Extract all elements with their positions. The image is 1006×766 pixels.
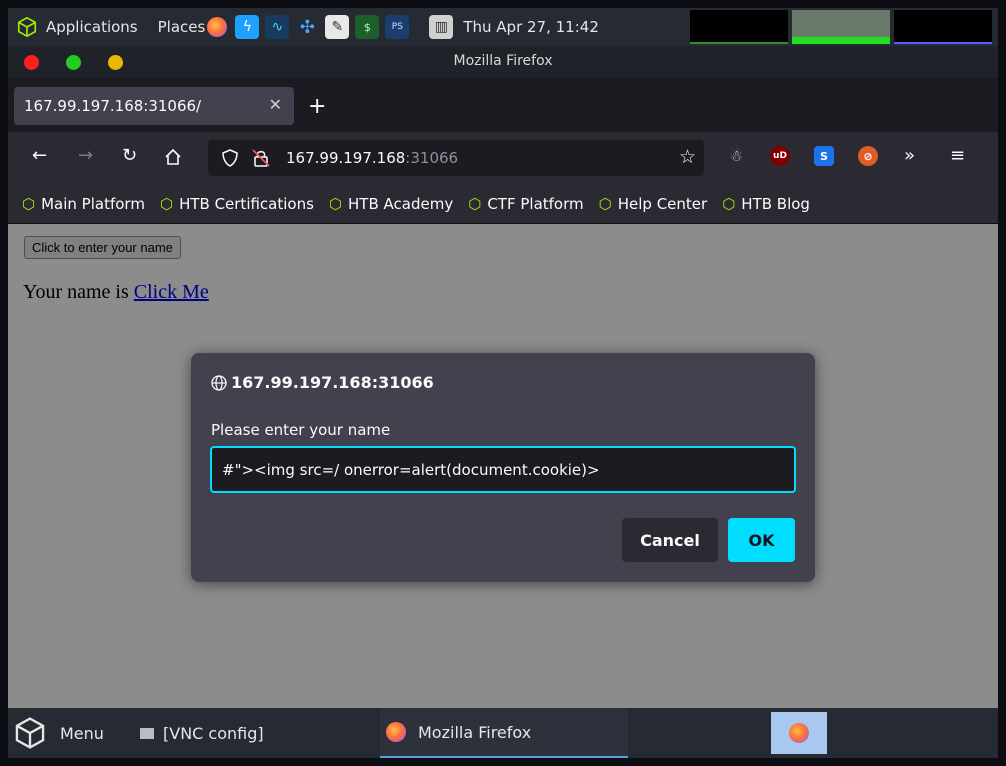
terminal-launcher-icon[interactable]: $ [355, 15, 380, 39]
back-arrow-icon[interactable]: ← [32, 145, 47, 166]
htb-cube-icon: ⬡ [468, 194, 482, 213]
network-status-icon[interactable]: ▥ [429, 15, 454, 39]
dialog-message: Please enter your name [211, 421, 391, 439]
ok-button[interactable]: OK [728, 518, 795, 562]
hamburger-menu-icon[interactable]: ≡ [950, 145, 965, 166]
htb-cube-icon: ⬡ [598, 194, 612, 213]
close-tab-icon[interactable]: ✕ [269, 95, 282, 114]
dialog-origin: 167.99.197.168:31066 [211, 373, 434, 392]
url-bar[interactable]: 167.99.197.168 :31066 ☆ [208, 140, 704, 176]
bookmark-htb-certifications[interactable]: ⬡ HTB Certifications [160, 195, 314, 213]
bookmark-label: HTB Certifications [179, 194, 314, 213]
menu-cube-icon [15, 717, 45, 749]
taskbar-firefox[interactable]: Mozilla Firefox [380, 708, 628, 758]
places-menu[interactable]: Places [158, 8, 206, 46]
tab-strip: 167.99.197.168:31066/ ✕ + [8, 78, 998, 132]
reload-icon[interactable]: ↻ [122, 145, 137, 166]
ublock-origin-icon[interactable]: uD [770, 146, 790, 166]
workspace-firefox-icon [789, 723, 809, 743]
bookmark-label: HTB Blog [741, 194, 810, 213]
menu-label: Menu [60, 723, 104, 743]
applications-label: Applications [46, 18, 138, 36]
firefox-launcher-icon[interactable] [205, 15, 229, 39]
places-label: Places [157, 18, 206, 36]
tab-active[interactable]: 167.99.197.168:31066/ ✕ [14, 87, 294, 125]
workspace-switcher[interactable] [771, 712, 827, 754]
applications-cube-icon [17, 16, 37, 38]
bookmark-htb-academy[interactable]: ⬡ HTB Academy [329, 195, 453, 213]
desktop-inner: Applications Places ϟ ∿ ✣ ✎ $ PS ▥ Thu A… [8, 8, 998, 758]
bookmark-help-center[interactable]: ⬡ Help Center [599, 195, 708, 213]
page-content: Click to enter your name Your name is Cl… [8, 224, 998, 708]
network-tool-launcher-icon[interactable]: ✣ [295, 15, 319, 39]
tracking-protection-shield-icon[interactable] [222, 149, 238, 167]
insecure-lock-icon[interactable] [252, 148, 270, 168]
navigation-toolbar: ← → ↻ 167.99.197.168 :31066 ☆ ☃ uD S ⊘ »… [8, 132, 998, 184]
vnc-config-label: [VNC config] [163, 723, 264, 743]
menu-button[interactable]: Menu [14, 708, 104, 758]
bookmark-label: HTB Academy [348, 194, 454, 213]
new-tab-button[interactable]: + [308, 94, 326, 119]
firefox-icon [386, 722, 406, 742]
window-titlebar[interactable]: Mozilla Firefox [8, 46, 998, 78]
bookmark-label: CTF Platform [487, 194, 584, 213]
bookmark-ctf-platform[interactable]: ⬡ CTF Platform [468, 195, 583, 213]
cancel-button[interactable]: Cancel [622, 518, 718, 562]
bookmark-htb-blog[interactable]: ⬡ HTB Blog [722, 195, 810, 213]
bookmark-label: Main Platform [41, 194, 145, 213]
window-title: Mozilla Firefox [453, 53, 553, 69]
powershell-launcher-icon[interactable]: PS [385, 15, 410, 39]
forward-arrow-icon[interactable]: → [78, 145, 93, 166]
monitor-launcher-icon[interactable]: ∿ [265, 15, 290, 39]
overflow-chevron-icon[interactable]: » [904, 145, 915, 166]
home-icon[interactable] [164, 148, 182, 166]
firefox-taskbar-label: Mozilla Firefox [418, 722, 532, 742]
prompt-dialog: 167.99.197.168:31066 Please enter your n… [191, 353, 815, 582]
url-port: :31066 [405, 149, 459, 167]
tab-title: 167.99.197.168:31066/ [24, 97, 202, 115]
top-panel: Applications Places ϟ ∿ ✣ ✎ $ PS ▥ Thu A… [8, 8, 998, 46]
taskbar-vnc-config[interactable]: [VNC config] [140, 708, 264, 758]
extension-s-icon[interactable]: S [814, 146, 834, 166]
htb-cube-icon: ⬡ [722, 194, 736, 213]
htb-cube-icon: ⬡ [159, 194, 174, 213]
bottom-taskbar: Menu [VNC config] Mozilla Firefox [8, 708, 998, 758]
desktop: Applications Places ϟ ∿ ✣ ✎ $ PS ▥ Thu A… [0, 0, 1006, 766]
bookmarks-toolbar: ⬡ Main Platform ⬡ HTB Certifications ⬡ H… [8, 184, 998, 224]
htb-cube-icon: ⬡ [22, 194, 36, 213]
text-editor-launcher-icon[interactable]: ✎ [325, 15, 350, 39]
window-icon [140, 727, 154, 739]
dialog-origin-text: 167.99.197.168:31066 [231, 373, 434, 392]
url-host: 167.99.197.168 [286, 149, 406, 167]
globe-icon [211, 374, 227, 391]
clock[interactable]: Thu Apr 27, 11:42 [463, 18, 599, 36]
bookmark-main-platform[interactable]: ⬡ Main Platform [22, 195, 145, 213]
cpu-graph [690, 10, 788, 44]
name-input-field[interactable]: #"><img src=/ onerror=alert(document.coo… [210, 446, 796, 493]
extension-blocked-icon[interactable]: ⊘ [858, 146, 878, 166]
lightning-launcher-icon[interactable]: ϟ [235, 15, 260, 39]
applications-menu[interactable]: Applications [8, 8, 138, 46]
bookmark-star-icon[interactable]: ☆ [679, 146, 696, 168]
extension-mask-icon[interactable]: ☃ [726, 146, 746, 166]
network-graph [894, 10, 992, 44]
bookmark-label: Help Center [617, 194, 708, 213]
memory-graph [792, 10, 890, 44]
htb-cube-icon: ⬡ [328, 194, 343, 213]
